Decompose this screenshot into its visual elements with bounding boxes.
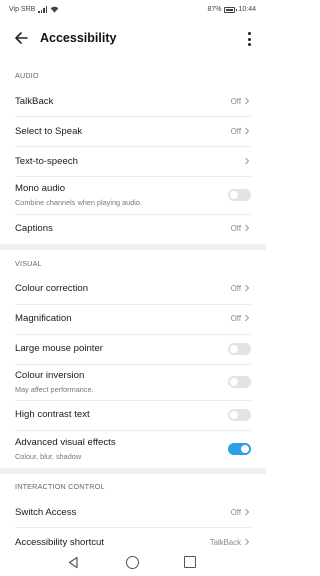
back-arrow-icon[interactable]	[13, 30, 29, 46]
item-value: Off	[230, 314, 241, 323]
advanced-visual-effects-toggle[interactable]	[228, 443, 251, 455]
chevron-right-icon	[245, 127, 250, 135]
carrier-label: Vip SRB	[9, 6, 36, 13]
item-label: Magnification	[15, 313, 72, 324]
mono-audio-item[interactable]: Mono audio Combine channels when playing…	[0, 176, 266, 214]
item-label: Captions	[15, 223, 53, 234]
battery-percent: 87%	[207, 6, 222, 13]
item-label: Text-to-speech	[15, 156, 78, 167]
item-label: Select to Speak	[15, 126, 83, 137]
accessibility-shortcut-item[interactable]: Accessibility shortcut TalkBack	[0, 527, 266, 550]
nav-back-icon[interactable]	[67, 556, 80, 569]
high-contrast-text-toggle[interactable]	[228, 409, 251, 421]
advanced-visual-effects-item[interactable]: Advanced visual effects Colour, blur, sh…	[0, 430, 266, 466]
chevron-right-icon	[245, 224, 250, 232]
chevron-right-icon	[245, 97, 250, 105]
mono-audio-toggle[interactable]	[228, 189, 251, 201]
item-label: Advanced visual effects	[15, 437, 116, 448]
large-mouse-pointer-toggle[interactable]	[228, 343, 251, 355]
item-label: Accessibility shortcut	[15, 537, 105, 548]
select-to-speak-item[interactable]: Select to Speak Off	[0, 116, 266, 146]
page-title: Accessibility	[40, 31, 117, 45]
nav-home-icon[interactable]	[126, 556, 139, 569]
system-nav-bar	[0, 550, 266, 576]
item-value: Off	[230, 127, 241, 136]
switch-access-item[interactable]: Switch Access Off	[0, 497, 266, 527]
section-header-interaction-control: INTERACTION CONTROL	[15, 482, 105, 491]
colour-correction-item[interactable]: Colour correction Off	[0, 274, 266, 304]
wifi-icon	[50, 6, 59, 13]
battery-icon	[224, 6, 238, 13]
section-gap	[0, 468, 266, 474]
chevron-right-icon	[245, 157, 250, 165]
item-subtitle: Colour, blur, shadow	[15, 452, 82, 461]
section-header-audio: AUDIO	[15, 71, 39, 80]
item-label: Large mouse pointer	[15, 343, 103, 354]
item-label: TalkBack	[15, 96, 54, 107]
magnification-item[interactable]: Magnification Off	[0, 304, 266, 334]
large-mouse-pointer-item[interactable]: Large mouse pointer	[0, 334, 266, 364]
item-label: Switch Access	[15, 507, 77, 518]
item-value: Off	[230, 508, 241, 517]
item-value: Off	[230, 224, 241, 233]
colour-inversion-item[interactable]: Colour inversion May affect performance.	[0, 364, 266, 400]
captions-item[interactable]: Captions Off	[0, 214, 266, 244]
app-toolbar: Accessibility	[0, 24, 266, 54]
chevron-right-icon	[245, 538, 250, 546]
chevron-right-icon	[245, 314, 250, 322]
section-gap	[0, 244, 266, 250]
status-bar: Vip SRB 87% 10:44	[0, 0, 266, 20]
signal-icon	[38, 6, 47, 13]
item-subtitle: May affect performance.	[15, 385, 94, 394]
item-subtitle: Combine channels when playing audio.	[15, 198, 142, 207]
text-to-speech-item[interactable]: Text-to-speech	[0, 146, 266, 176]
chevron-right-icon	[245, 508, 250, 516]
colour-inversion-toggle[interactable]	[228, 376, 251, 388]
high-contrast-text-item[interactable]: High contrast text	[0, 400, 266, 430]
chevron-right-icon	[245, 284, 250, 292]
item-value: Off	[230, 97, 241, 106]
item-value: TalkBack	[209, 538, 241, 547]
nav-recents-icon[interactable]	[184, 556, 196, 568]
clock: 10:44	[238, 6, 256, 13]
item-value: Off	[230, 284, 241, 293]
item-label: Colour correction	[15, 283, 89, 294]
item-label: Colour inversion	[15, 370, 85, 381]
item-label: Mono audio	[15, 183, 66, 194]
more-icon[interactable]	[247, 32, 251, 46]
talkback-item[interactable]: TalkBack Off	[0, 86, 266, 116]
item-label: High contrast text	[15, 409, 90, 420]
section-header-visual: VISUAL	[15, 259, 42, 268]
